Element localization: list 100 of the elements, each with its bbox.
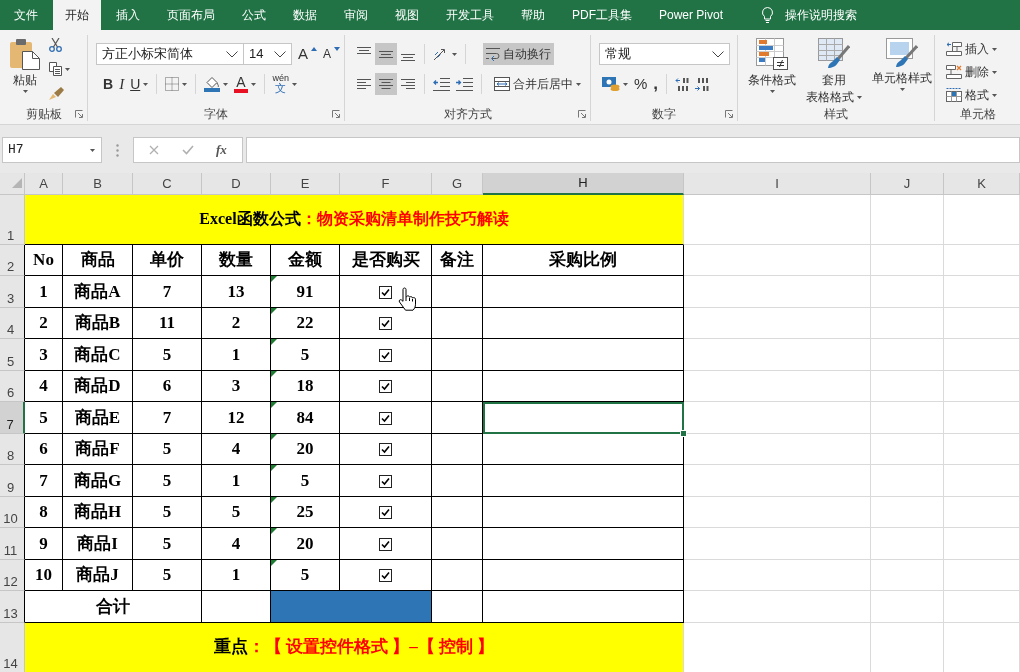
corner-arrow-icon[interactable] [725,110,733,118]
formula-input[interactable] [246,137,1020,163]
table-cell: 20 [271,528,340,560]
cross-icon [149,145,160,155]
row-header[interactable]: 2 [0,244,25,276]
ribbon-tab[interactable]: Power Pivot [647,0,736,30]
delete-button[interactable]: 删除 [943,61,1020,83]
ribbon-tab[interactable]: 数据 [281,0,329,30]
format-as-table-button[interactable]: 套用 表格格式 [804,35,864,107]
ribbon-tab[interactable]: 帮助 [509,0,557,30]
row-header[interactable]: 3 [0,276,25,308]
group-label: 对齐方式 [443,106,492,123]
header-cell: 备注 [432,244,483,276]
active-cell[interactable] [483,402,684,434]
copy-button[interactable] [46,59,73,79]
ribbon-tab[interactable]: 公式 [230,0,278,30]
lines-icon [401,79,415,89]
column-header[interactable]: A [25,173,63,195]
table-cell: 22 [271,307,340,339]
table-cell: 5 [133,433,202,465]
ribbon-tab[interactable]: 页面布局 [155,0,227,30]
name-box[interactable]: H7 [2,137,102,163]
row-header[interactable]: 13 [0,591,25,623]
percent-button[interactable]: % [631,73,651,95]
italic-button[interactable]: I [116,73,128,95]
checkbox[interactable] [379,569,392,583]
caret-icon [857,95,862,99]
row-header[interactable]: 10 [0,496,25,528]
ribbon-tab[interactable]: 开发工具 [434,0,506,30]
font-size-dropdown[interactable]: 14 [244,43,292,65]
ribbon-tab[interactable]: 开始 [53,0,101,30]
table-cell: 商品A [63,276,133,308]
checkbox[interactable] [379,411,392,425]
align-center-button[interactable] [375,73,397,95]
ribbon-tab[interactable]: 审阅 [332,0,380,30]
checkbox[interactable] [379,443,392,457]
paste-button[interactable]: 粘贴 [8,35,42,107]
checkbox[interactable] [379,474,392,488]
insert-button[interactable]: 插入 [943,38,1020,60]
checkbox[interactable] [379,348,392,362]
table-cell: 11 [133,307,202,339]
checkbox[interactable] [379,380,392,394]
column-header[interactable]: C [133,173,202,195]
table-cell: 18 [271,370,340,402]
ribbon-tab[interactable]: PDF工具集 [560,0,644,30]
corner-arrow-icon[interactable] [578,110,586,118]
row-header[interactable]: 4 [0,307,25,339]
row-header[interactable]: 12 [0,559,25,591]
wrap-text-button[interactable]: 自动换行 [483,43,554,65]
row-header[interactable]: 7 [0,402,25,434]
tell-me-search[interactable]: 操作说明搜索 [750,0,870,30]
column-header[interactable]: H [483,173,684,195]
cell-styles-button[interactable]: 单元格样式 [870,35,934,107]
row-header[interactable]: 5 [0,339,25,371]
merge-center-button[interactable]: 合并后居中 [491,73,584,95]
align-middle-button[interactable] [375,43,397,65]
table-cell: 商品F [63,433,133,465]
checkbox[interactable] [379,285,392,299]
corner-arrow-icon[interactable] [75,110,83,118]
fill-handle[interactable] [680,429,687,437]
column-header[interactable]: E [271,173,340,195]
font-color-button[interactable]: A [231,73,259,95]
bold-button[interactable]: B [100,73,117,95]
column-header[interactable]: I [684,173,871,195]
row-header[interactable]: 6 [0,370,25,402]
table-cell: 商品H [63,496,133,528]
underline-button[interactable]: U [127,73,152,95]
function-button[interactable]: fx [212,139,230,161]
ribbon-tab[interactable]: 视图 [383,0,431,30]
caret-icon [623,82,628,86]
ribbon-tab[interactable]: 文件 [2,0,50,30]
column-header[interactable]: J [871,173,944,195]
row-header[interactable]: 8 [0,433,25,465]
row-header[interactable]: 9 [0,465,25,497]
table-cell: 5 [133,339,202,371]
phonetic-button[interactable]: wén 文 [269,73,301,95]
ribbon-tab[interactable]: 插入 [104,0,152,30]
grow-font-button[interactable]: A [295,43,320,65]
row-header[interactable]: 14 [0,622,25,672]
checkbox[interactable] [379,317,392,331]
number-format-dropdown[interactable]: 常规 [599,43,730,65]
column-header[interactable]: K [944,173,1020,195]
column-header[interactable]: B [63,173,133,195]
column-header[interactable]: D [202,173,271,195]
format-button[interactable]: 格式 [943,84,1020,106]
table-cell: 5 [271,465,340,497]
font-name-dropdown[interactable]: 方正小标宋简体 [96,43,244,65]
conditional-format-button[interactable]: 条件格式 [746,35,798,107]
corner-arrow-icon[interactable] [332,110,340,118]
comma-button[interactable]: , [650,73,662,95]
wrap-text-icon [486,47,500,61]
column-header[interactable]: F [340,173,432,195]
checkbox[interactable] [379,506,392,520]
row-header[interactable]: 1 [0,194,25,245]
row-header[interactable]: 11 [0,528,25,560]
shrink-font-button[interactable]: A [320,43,344,65]
caret-icon [22,90,28,93]
checkbox[interactable] [379,537,392,551]
table-cell: 25 [271,496,340,528]
column-header[interactable]: G [432,173,483,195]
